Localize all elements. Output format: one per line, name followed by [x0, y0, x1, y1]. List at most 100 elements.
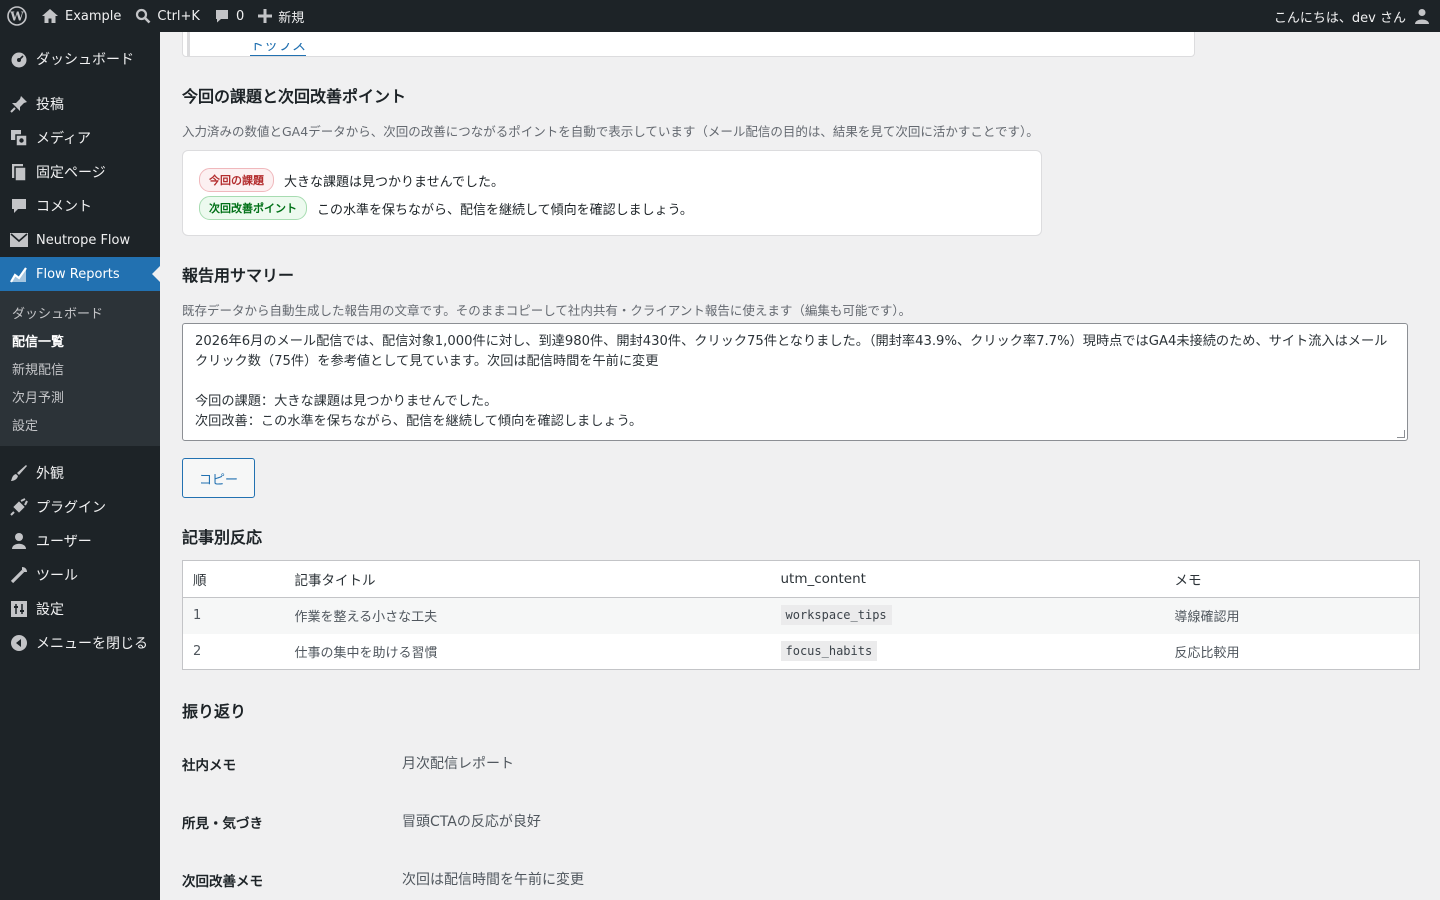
issue-text: 大きな課題は見つかりませんでした。 — [284, 174, 504, 190]
summary-text: 2026年6月のメール配信では、配信対象1,000件に対し、到達980件、開封4… — [195, 334, 1388, 429]
submenu-settings[interactable]: 設定 — [0, 410, 160, 438]
review-heading: 振り返り — [182, 702, 247, 721]
menu-tools[interactable]: ツール — [0, 558, 160, 592]
menu-label: プラグイン — [36, 500, 106, 516]
review-value-next: 次回は配信時間を午前に変更 — [402, 872, 584, 888]
row-rank: 1 — [182, 597, 285, 634]
review-value-memo: 月次配信レポート — [402, 756, 514, 772]
previous-section-card: トップス — [182, 32, 1195, 57]
menu-comments[interactable]: コメント — [0, 189, 160, 223]
page-icon — [9, 162, 29, 182]
submenu-dashboard[interactable]: ダッシュボード — [0, 298, 160, 326]
submenu-new-delivery[interactable]: 新規配信 — [0, 354, 160, 382]
menu-posts[interactable]: 投稿 — [0, 87, 160, 121]
search-button[interactable]: Ctrl+K — [128, 0, 207, 32]
articles-table: 順 記事タイトル utm_content メモ 1 作業を整える小さな工夫 wo… — [182, 560, 1420, 670]
utm-code: workspace_tips — [780, 605, 892, 626]
menu-appearance[interactable]: 外観 — [0, 456, 160, 490]
col-rank: 順 — [182, 560, 285, 598]
comments-button[interactable]: 0 — [207, 0, 251, 32]
comments-count: 0 — [235, 8, 245, 24]
plugin-icon — [9, 497, 29, 517]
table-header-row: 順 記事タイトル utm_content メモ — [182, 560, 1420, 598]
site-name: Example — [65, 8, 122, 24]
wordpress-logo-button[interactable]: W — [0, 0, 34, 32]
articles-heading: 記事別反応 — [182, 528, 263, 547]
admin-bar: W Example Ctrl+K 0 新規 こんにちは、dev さん — [0, 0, 1440, 32]
collapse-icon — [9, 633, 29, 653]
row-utm: workspace_tips — [770, 597, 1165, 634]
menu-label: メニューを閉じる — [36, 636, 148, 652]
submenu-forecast[interactable]: 次月予測 — [0, 382, 160, 410]
menu-neutrope-flow[interactable]: Neutrope Flow — [0, 223, 160, 257]
menu-plugins[interactable]: プラグイン — [0, 490, 160, 524]
wordpress-icon: W — [7, 6, 27, 26]
mail-icon — [9, 230, 29, 250]
pin-icon — [9, 94, 29, 114]
plus-icon — [258, 9, 273, 23]
site-name-button[interactable]: Example — [34, 0, 128, 32]
row-memo: 導線確認用 — [1164, 597, 1420, 634]
summary-textarea[interactable]: 2026年6月のメール配信では、配信対象1,000件に対し、到達980件、開封4… — [182, 323, 1408, 441]
copy-button[interactable]: コピー — [182, 458, 255, 498]
col-memo: メモ — [1164, 560, 1420, 598]
media-icon — [9, 128, 29, 148]
menu-collapse[interactable]: メニューを閉じる — [0, 626, 160, 660]
row-title: 作業を整える小さな工夫 — [284, 597, 771, 634]
issues-description: 入力済みの数値とGA4データから、次回の改善につながるポイントを自動で表示してい… — [182, 124, 1039, 139]
col-utm: utm_content — [770, 560, 1165, 598]
menu-label: 外観 — [36, 466, 64, 482]
home-icon — [42, 9, 58, 23]
issue-row: 今回の課題 大きな課題は見つかりませんでした。 — [199, 168, 504, 192]
menu-label: 投稿 — [36, 97, 64, 113]
summary-heading: 報告用サマリー — [182, 266, 295, 285]
wrench-icon — [9, 565, 29, 585]
brush-icon — [9, 463, 29, 483]
menu-users[interactable]: ユーザー — [0, 524, 160, 558]
search-shortcut: Ctrl+K — [157, 8, 200, 24]
menu-label: ツール — [36, 568, 78, 584]
row-title: 仕事の集中を助ける習慣 — [294, 645, 438, 661]
summary-description: 既存データから自動生成した報告用の文章です。そのままコピーして社内共有・クライア… — [182, 303, 912, 318]
resize-grip-icon[interactable] — [1397, 430, 1405, 438]
menu-flow-reports[interactable]: Flow Reports — [0, 257, 160, 291]
col-title: 記事タイトル — [284, 560, 771, 598]
menu-dashboard[interactable]: ダッシュボード — [0, 42, 160, 76]
settings-icon — [9, 599, 29, 619]
chart-icon — [9, 264, 29, 284]
top-card-link[interactable]: トップス — [250, 43, 306, 57]
row-rank: 2 — [193, 643, 202, 659]
svg-text:W: W — [9, 10, 24, 24]
menu-label: コメント — [36, 199, 92, 215]
next-point-text: この水準を保ちながら、配信を継続して傾向を確認しましょう。 — [317, 202, 693, 218]
new-content-button[interactable]: 新規 — [251, 0, 311, 32]
menu-settings[interactable]: 設定 — [0, 592, 160, 626]
submenu-delivery-list[interactable]: 配信一覧 — [0, 326, 160, 354]
menu-label: Flow Reports — [36, 266, 120, 282]
next-point-row: 次回改善ポイント この水準を保ちながら、配信を継続して傾向を確認しましょう。 — [199, 196, 693, 220]
review-label-next: 次回改善メモ — [182, 874, 263, 890]
flow-reports-submenu: ダッシュボード 配信一覧 新規配信 次月予測 設定 — [0, 291, 160, 446]
comment-icon — [9, 196, 29, 216]
main-content: トップス 今回の課題と次回改善ポイント 入力済みの数値とGA4データから、次回の… — [160, 32, 1440, 900]
menu-media[interactable]: メディア — [0, 121, 160, 155]
review-label-memo: 社内メモ — [182, 758, 236, 774]
review-label-findings: 所見・気づき — [182, 816, 263, 832]
admin-sidebar: ダッシュボード 投稿 メディア 固定ページ コメント Neutrope Flow… — [0, 32, 160, 900]
dashboard-icon — [9, 49, 29, 69]
card-accent-bar — [187, 32, 190, 57]
row-utm: focus_habits — [771, 634, 1165, 670]
user-icon — [9, 531, 29, 551]
issues-box: 今回の課題 大きな課題は見つかりませんでした。 次回改善ポイント この水準を保ち… — [182, 150, 1042, 236]
table-row: 1 作業を整える小さな工夫 workspace_tips 導線確認用 — [182, 597, 1420, 634]
new-label: 新規 — [278, 10, 305, 26]
next-point-badge: 次回改善ポイント — [199, 196, 307, 220]
my-account-button[interactable]: こんにちは、dev さん — [1267, 0, 1440, 32]
table-row: 2 仕事の集中を助ける習慣 focus_habits 反応比較用 — [183, 634, 1420, 670]
menu-label: 固定ページ — [36, 165, 106, 181]
menu-pages[interactable]: 固定ページ — [0, 155, 160, 189]
row-memo: 反応比較用 — [1174, 645, 1240, 661]
comment-icon — [215, 10, 228, 23]
issue-badge: 今回の課題 — [199, 168, 274, 192]
menu-label: Neutrope Flow — [36, 232, 131, 248]
